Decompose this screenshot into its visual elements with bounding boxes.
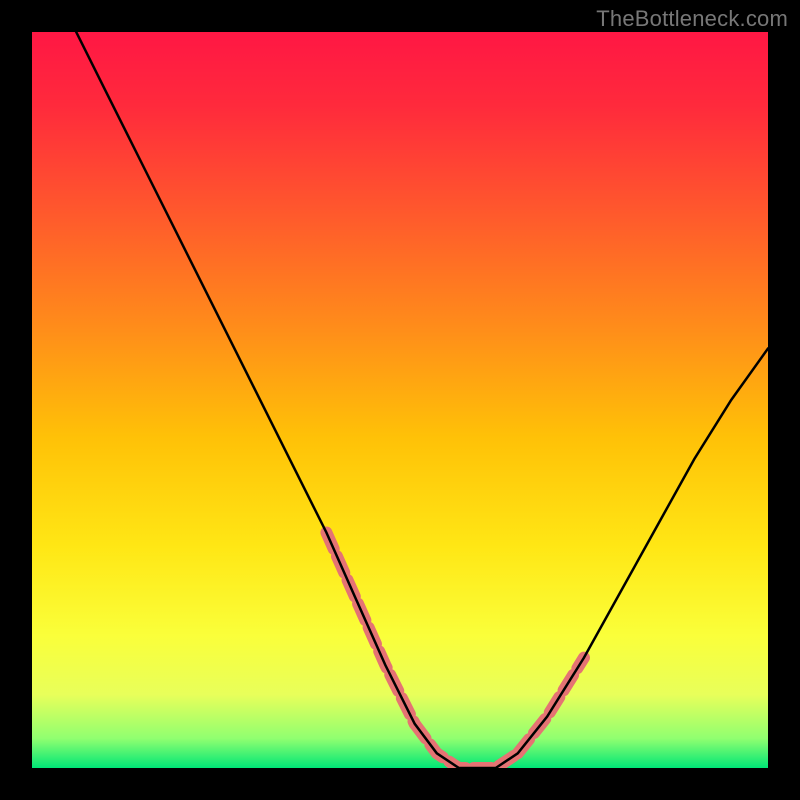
chart-frame xyxy=(32,32,768,768)
chart-svg xyxy=(32,32,768,768)
watermark-text: TheBottleneck.com xyxy=(596,6,788,32)
chart-background xyxy=(32,32,768,768)
